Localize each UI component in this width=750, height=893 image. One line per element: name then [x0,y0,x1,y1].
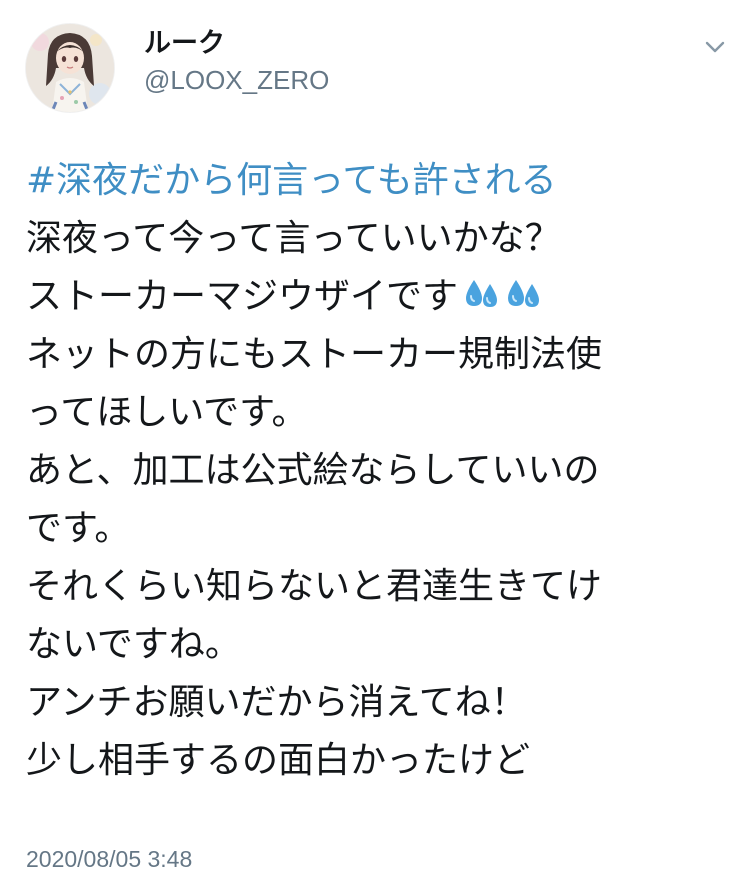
tweet-line: それくらい知らないと君達生きてけ [26,566,603,607]
tweet-line: です。 [26,508,131,549]
author-display-name[interactable]: ルーク [144,27,225,61]
tweet-timestamp[interactable]: 2020/08/05 3:48 [26,844,192,874]
tweet-line-with-emoji: ストーカーマジウザイです [26,268,726,326]
hashtag-line: #深夜だから何言っても許される [26,152,726,210]
tweet-line-text: ストーカーマジウザイです [26,276,459,317]
chevron-down-icon[interactable] [700,32,730,62]
tweet-text: #深夜だから何言っても許される 深夜って今って言っていいかな？ ストーカーマジウ… [26,152,726,790]
tweet-line: ネットの方にもストーカー規制法使 [26,334,603,375]
tweet-line: アンチお願いだから消えてね！ [26,682,527,723]
tweet-line: あと、加工は公式絵ならしていいの [26,450,600,491]
sweat-droplets-icon [504,274,544,314]
tweet-line: ないですね。 [26,624,241,665]
tweet-header: ルーク @LOOX_ZERO [0,0,750,130]
hashtag-link[interactable]: #深夜だから何言っても許される [26,160,557,201]
tweet-line: 深夜って今って言っていいかな？ [26,218,561,259]
sweat-droplets-icon [462,274,502,314]
tweet-line: ってほしいです。 [26,392,308,433]
tweet-line: 少し相手するの面白かったけど [26,740,531,781]
avatar[interactable] [26,24,114,112]
author-handle[interactable]: @LOOX_ZERO [144,64,329,96]
anime-character-avatar-icon [26,24,114,112]
